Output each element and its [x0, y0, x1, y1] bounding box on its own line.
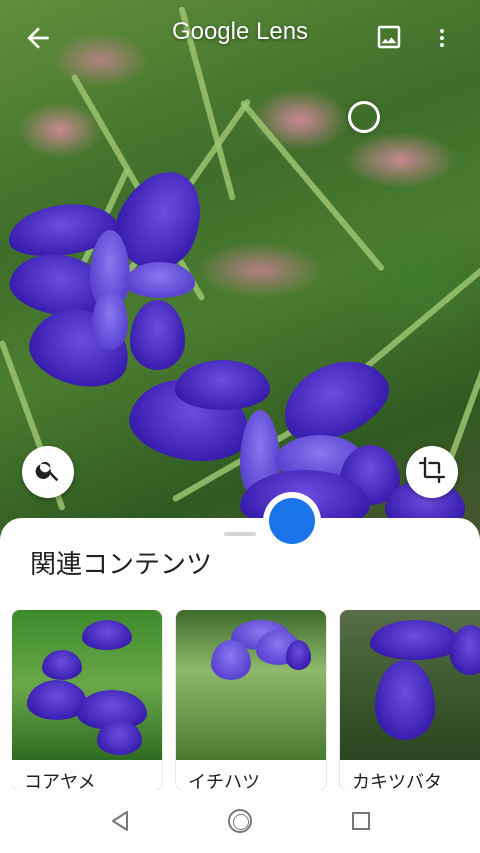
nav-recent-icon[interactable]	[352, 812, 370, 830]
card-label: コアヤメ	[24, 772, 96, 790]
card-label: カキツバタ	[352, 772, 442, 790]
related-card[interactable]: コアヤメ	[12, 610, 162, 790]
object-selection-dot[interactable]	[348, 101, 380, 133]
card-image	[12, 610, 162, 760]
results-sheet[interactable]: 関連コンテンツ コアヤメ イチハツ カキツバタ	[0, 518, 480, 790]
search-icon	[34, 456, 62, 488]
sheet-drag-handle[interactable]	[224, 532, 256, 536]
iris-petal	[125, 262, 195, 298]
navigation-bar	[0, 790, 480, 853]
sheet-title: 関連コンテンツ	[30, 550, 213, 580]
nav-home-icon[interactable]	[228, 809, 252, 833]
shutter-inner	[269, 498, 315, 544]
nav-back-icon[interactable]	[110, 810, 130, 836]
related-cards: コアヤメ イチハツ カキツバタ	[12, 610, 480, 790]
more-vert-icon[interactable]	[430, 22, 454, 54]
card-label: イチハツ	[188, 772, 260, 790]
iris-petal	[130, 300, 185, 370]
shutter-button[interactable]	[263, 492, 321, 550]
card-image	[340, 610, 480, 760]
related-card[interactable]: イチハツ	[176, 610, 326, 790]
related-card[interactable]: カキツバタ	[340, 610, 480, 790]
search-button[interactable]	[22, 446, 74, 498]
app-title: Google Lens	[171, 18, 309, 45]
image-icon[interactable]	[374, 22, 404, 52]
crop-button[interactable]	[406, 446, 458, 498]
crop-icon	[418, 456, 446, 488]
card-image	[176, 610, 326, 760]
iris-petal	[175, 360, 270, 410]
top-bar: Google Lens	[0, 0, 480, 76]
